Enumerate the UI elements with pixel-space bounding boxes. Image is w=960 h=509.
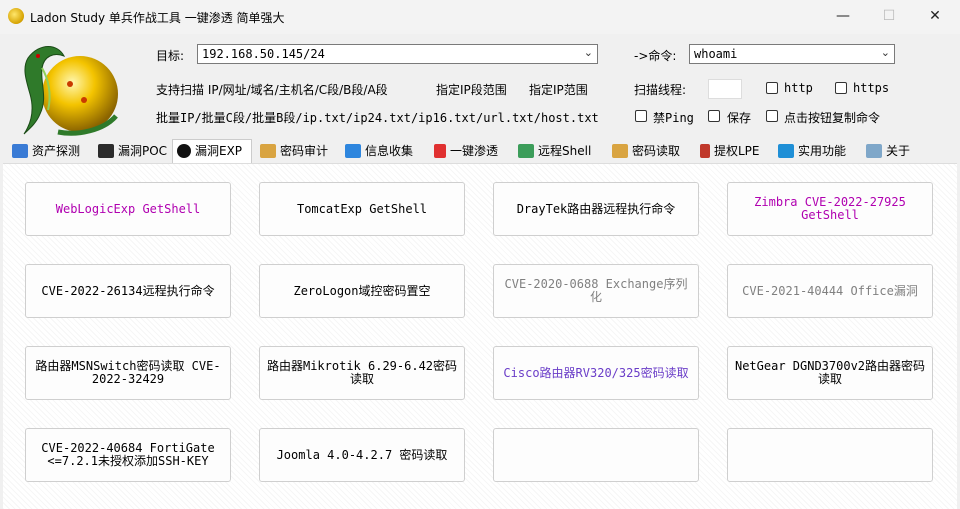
https-checkbox-label: https xyxy=(853,81,890,95)
tab-label: 一键渗透 xyxy=(450,144,499,158)
exploit-button[interactable]: CVE-2020-0688 Exchange序列化 xyxy=(493,264,699,318)
tab-label: 资产探测 xyxy=(32,144,81,158)
tab-info-gathering[interactable]: 信息收集 xyxy=(341,140,425,162)
exploit-button[interactable]: CVE-2022-40684 FortiGate <=7.2.1未授权添加SSH… xyxy=(25,428,231,482)
tab-one-click-pentest[interactable]: 一键渗透 xyxy=(430,140,510,162)
exp-panel: WebLogicExp GetShell TomcatExp GetShell … xyxy=(3,163,957,509)
remote-icon xyxy=(518,144,534,158)
close-button[interactable]: ✕ xyxy=(912,0,958,32)
exploit-button[interactable]: ZeroLogon域控密码置空 xyxy=(259,264,465,318)
dragon-logo-icon xyxy=(23,46,118,136)
tab-label: 漏洞EXP xyxy=(195,144,243,158)
tab-vuln-exp[interactable]: 漏洞EXP xyxy=(172,139,252,163)
window-title: Ladon Study 单兵作战工具 一键渗透 简单强大 xyxy=(30,11,285,25)
batch-support-text: 批量IP/批量C段/批量B段/ip.txt/ip24.txt/ip16.txt/… xyxy=(156,111,599,125)
tab-label: 密码读取 xyxy=(632,144,681,158)
threads-label: 扫描线程: xyxy=(634,83,687,97)
exploit-button[interactable]: 路由器Mikrotik 6.29-6.42密码读取 xyxy=(259,346,465,400)
copy-command-checkbox[interactable] xyxy=(766,110,778,122)
exploit-button[interactable]: NetGear DGND3700v2路由器密码读取 xyxy=(727,346,933,400)
exploit-button[interactable]: Cisco路由器RV320/325密码读取 xyxy=(493,346,699,400)
target-combobox[interactable]: 192.168.50.145/24 ⌄ xyxy=(197,44,598,64)
ip-range-link[interactable]: 指定IP范围 xyxy=(529,81,588,98)
tab-password-audit[interactable]: 密码审计 xyxy=(256,140,336,162)
command-value: whoami xyxy=(694,47,738,61)
tab-label: 关于 xyxy=(886,144,911,158)
tab-label: 提权LPE xyxy=(714,144,760,158)
tab-privilege-escalation[interactable]: 提权LPE xyxy=(696,140,770,162)
title-bar: Ladon Study 单兵作战工具 一键渗透 简单强大 — ☐ ✕ xyxy=(0,0,960,34)
exploit-button[interactable]: 路由器MSNSwitch密码读取 CVE-2022-32429 xyxy=(25,346,231,400)
bug-icon xyxy=(98,144,114,158)
exploit-button[interactable]: Joomla 4.0-4.2.7 密码读取 xyxy=(259,428,465,482)
users-key-icon xyxy=(612,144,628,158)
tab-label: 密码审计 xyxy=(280,144,329,158)
ip-segment-range-link[interactable]: 指定IP段范围 xyxy=(436,81,507,98)
chevron-down-icon[interactable]: ⌄ xyxy=(584,46,593,59)
tab-label: 漏洞POC xyxy=(118,144,168,158)
empty-button[interactable] xyxy=(493,428,699,482)
dragon-app-icon xyxy=(8,8,24,24)
exploit-button[interactable]: DrayTek路由器远程执行命令 xyxy=(493,182,699,236)
tab-password-read[interactable]: 密码读取 xyxy=(608,140,692,162)
save-label: 保存 xyxy=(727,111,752,125)
tab-asset-discovery[interactable]: 资产探测 xyxy=(8,140,92,162)
threads-input[interactable] xyxy=(708,79,742,99)
tab-remote-shell[interactable]: 远程Shell xyxy=(514,140,604,162)
arrows-icon xyxy=(778,144,794,158)
command-combobox[interactable]: whoami ⌄ xyxy=(689,44,895,64)
scan-support-text: 支持扫描 IP/网址/域名/主机名/C段/B段/A段 xyxy=(156,83,388,97)
speaker-icon xyxy=(866,144,882,158)
exploit-button[interactable]: CVE-2021-40444 Office漏洞 xyxy=(727,264,933,318)
tab-label: 远程Shell xyxy=(538,144,592,158)
http-checkbox[interactable] xyxy=(766,82,778,94)
s-logo-icon xyxy=(434,144,446,158)
empty-button[interactable] xyxy=(727,428,933,482)
no-ping-label: 禁Ping xyxy=(653,111,694,125)
http-checkbox-label: http xyxy=(784,81,813,95)
pen-icon xyxy=(700,144,710,158)
tab-about[interactable]: 关于 xyxy=(862,140,918,162)
command-label: ->命令: xyxy=(634,49,677,63)
exploit-button[interactable]: WebLogicExp GetShell xyxy=(25,182,231,236)
target-icon xyxy=(177,144,191,158)
save-checkbox[interactable] xyxy=(708,110,720,122)
maximize-button[interactable]: ☐ xyxy=(866,0,912,32)
tab-label: 信息收集 xyxy=(365,144,414,158)
minimize-button[interactable]: — xyxy=(820,0,866,32)
tab-label: 实用功能 xyxy=(798,144,847,158)
tab-strip: 资产探测 漏洞POC 漏洞EXP 密码审计 信息收集 一键渗透 远程Shell … xyxy=(0,139,960,163)
monitor-icon xyxy=(12,144,28,158)
exploit-button[interactable]: TomcatExp GetShell xyxy=(259,182,465,236)
exploit-button[interactable]: CVE-2022-26134远程执行命令 xyxy=(25,264,231,318)
target-label: 目标: xyxy=(156,49,185,63)
copy-command-label: 点击按钮复制命令 xyxy=(784,111,881,125)
tab-vuln-poc[interactable]: 漏洞POC xyxy=(94,140,172,162)
users-icon xyxy=(260,144,276,158)
no-ping-checkbox[interactable] xyxy=(635,110,647,122)
exploit-button[interactable]: Zimbra CVE-2022-27925 GetShell xyxy=(727,182,933,236)
chevron-down-icon[interactable]: ⌄ xyxy=(881,46,890,59)
target-value: 192.168.50.145/24 xyxy=(202,47,325,61)
network-icon xyxy=(345,144,361,158)
https-checkbox[interactable] xyxy=(835,82,847,94)
tab-utilities[interactable]: 实用功能 xyxy=(774,140,860,162)
